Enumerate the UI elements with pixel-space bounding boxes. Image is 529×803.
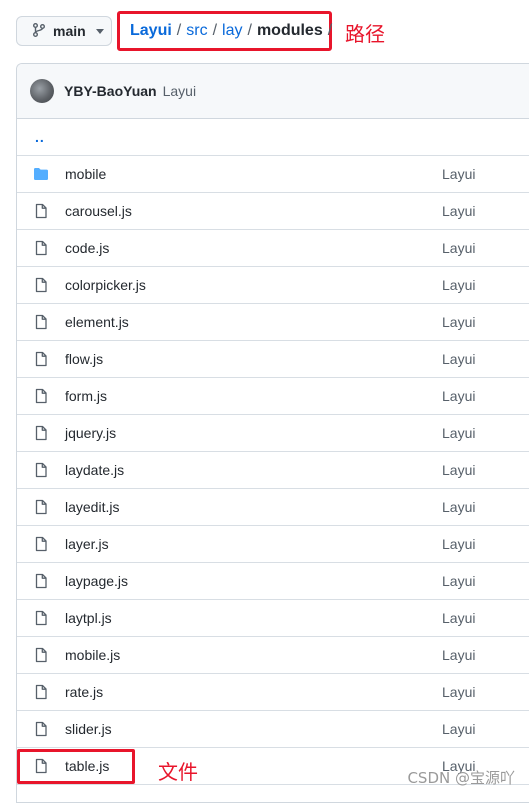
file-row[interactable]: layedit.js Layui [17, 489, 529, 526]
branch-selector-button[interactable]: main [16, 16, 112, 46]
file-name-link[interactable]: layedit.js [65, 499, 119, 515]
file-row[interactable]: mobile Layui [17, 156, 529, 193]
breadcrumb-current: modules [256, 22, 323, 39]
branch-name: main [53, 23, 86, 39]
file-name-link[interactable]: laypage.js [65, 573, 128, 589]
breadcrumb-separator: / [176, 22, 182, 39]
file-row[interactable]: jquery.js Layui [17, 415, 529, 452]
file-icon [17, 684, 65, 700]
file-icon [17, 388, 65, 404]
commit-message-link[interactable]: Layui [442, 203, 475, 219]
file-icon [17, 758, 65, 774]
breadcrumb-separator: / [327, 22, 333, 39]
file-row[interactable]: code.js Layui [17, 230, 529, 267]
file-icon [17, 721, 65, 737]
commit-message-link[interactable]: Layui [442, 610, 475, 626]
file-row[interactable]: mobile.js Layui [17, 637, 529, 674]
breadcrumb-separator: / [212, 22, 218, 39]
file-icon [17, 462, 65, 478]
file-row[interactable]: slider.js Layui [17, 711, 529, 748]
file-name-link[interactable]: mobile.js [65, 647, 120, 663]
commit-message-link[interactable]: Layui [442, 536, 475, 552]
commit-message-link[interactable]: Layui [442, 351, 475, 367]
commit-message-link[interactable]: Layui [442, 314, 475, 330]
commit-message-link[interactable]: Layui [442, 684, 475, 700]
file-name-link[interactable]: element.js [65, 314, 129, 330]
file-icon [17, 573, 65, 589]
commit-message-link[interactable]: Layui [442, 573, 475, 589]
file-icon [17, 351, 65, 367]
commit-message-link[interactable]: Layui [442, 277, 475, 293]
file-name-link[interactable]: laydate.js [65, 462, 124, 478]
commit-author[interactable]: YBY-BaoYuan [64, 83, 157, 99]
file-row[interactable]: laytpl.js Layui [17, 600, 529, 637]
commit-message-link[interactable]: Layui [442, 425, 475, 441]
file-icon [17, 203, 65, 219]
parent-directory-link[interactable]: .. [35, 129, 45, 145]
avatar[interactable] [30, 79, 54, 103]
commit-message-link[interactable]: Layui [442, 721, 475, 737]
file-row[interactable]: rate.js Layui [17, 674, 529, 711]
file-name-link[interactable]: table.js [65, 758, 109, 774]
file-name-link[interactable]: carousel.js [65, 203, 132, 219]
file-icon [17, 277, 65, 293]
file-annotation: 文件 [158, 760, 198, 784]
file-name-link[interactable]: colorpicker.js [65, 277, 146, 293]
commit-message[interactable]: Layui [163, 83, 196, 99]
breadcrumb-separator: / [247, 22, 252, 39]
watermark: CSDN @宝源吖 [407, 769, 515, 787]
file-icon [17, 610, 65, 626]
file-row[interactable]: element.js Layui [17, 304, 529, 341]
file-icon [17, 499, 65, 515]
breadcrumb-link-src[interactable]: src [186, 22, 207, 40]
file-list: YBY-BaoYuan Layui .. mobile Layui carousel… [16, 63, 529, 803]
commit-message-link[interactable]: Layui [442, 240, 475, 256]
parent-directory-row[interactable]: .. [17, 119, 529, 156]
commit-message-link[interactable]: Layui [442, 647, 475, 663]
git-branch-icon [31, 22, 47, 41]
file-name-link[interactable]: laytpl.js [65, 610, 112, 626]
file-row[interactable]: form.js Layui [17, 378, 529, 415]
file-row[interactable]: layer.js Layui [17, 526, 529, 563]
file-name-link[interactable]: mobile [65, 166, 106, 182]
file-name-link[interactable]: jquery.js [65, 425, 116, 441]
path-annotation: 路径 [345, 22, 385, 46]
breadcrumb-link-lay[interactable]: lay [222, 22, 242, 40]
file-name-link[interactable]: slider.js [65, 721, 112, 737]
commit-message-link[interactable]: Layui [442, 388, 475, 404]
commit-message-link[interactable]: Layui [442, 499, 475, 515]
file-row[interactable]: carousel.js Layui [17, 193, 529, 230]
chevron-down-icon [95, 28, 104, 34]
file-row[interactable]: colorpicker.js Layui [17, 267, 529, 304]
file-row[interactable]: flow.js Layui [17, 341, 529, 378]
file-icon [17, 314, 65, 330]
commit-message-link[interactable]: Layui [442, 166, 475, 182]
latest-commit-bar: YBY-BaoYuan Layui [17, 64, 529, 119]
file-name-link[interactable]: code.js [65, 240, 109, 256]
breadcrumb: Layui / src / lay / modules / [117, 11, 332, 51]
file-row[interactable]: laydate.js Layui [17, 452, 529, 489]
file-row[interactable]: laypage.js Layui [17, 563, 529, 600]
file-icon [17, 240, 65, 256]
breadcrumb-root-link[interactable]: Layui [130, 22, 172, 40]
file-name-link[interactable]: form.js [65, 388, 107, 404]
file-icon [17, 647, 65, 663]
file-name-link[interactable]: layer.js [65, 536, 109, 552]
file-name-link[interactable]: rate.js [65, 684, 103, 700]
commit-message-link[interactable]: Layui [442, 462, 475, 478]
file-name-link[interactable]: flow.js [65, 351, 103, 367]
file-icon [17, 536, 65, 552]
file-icon [17, 425, 65, 441]
folder-icon [17, 166, 65, 182]
